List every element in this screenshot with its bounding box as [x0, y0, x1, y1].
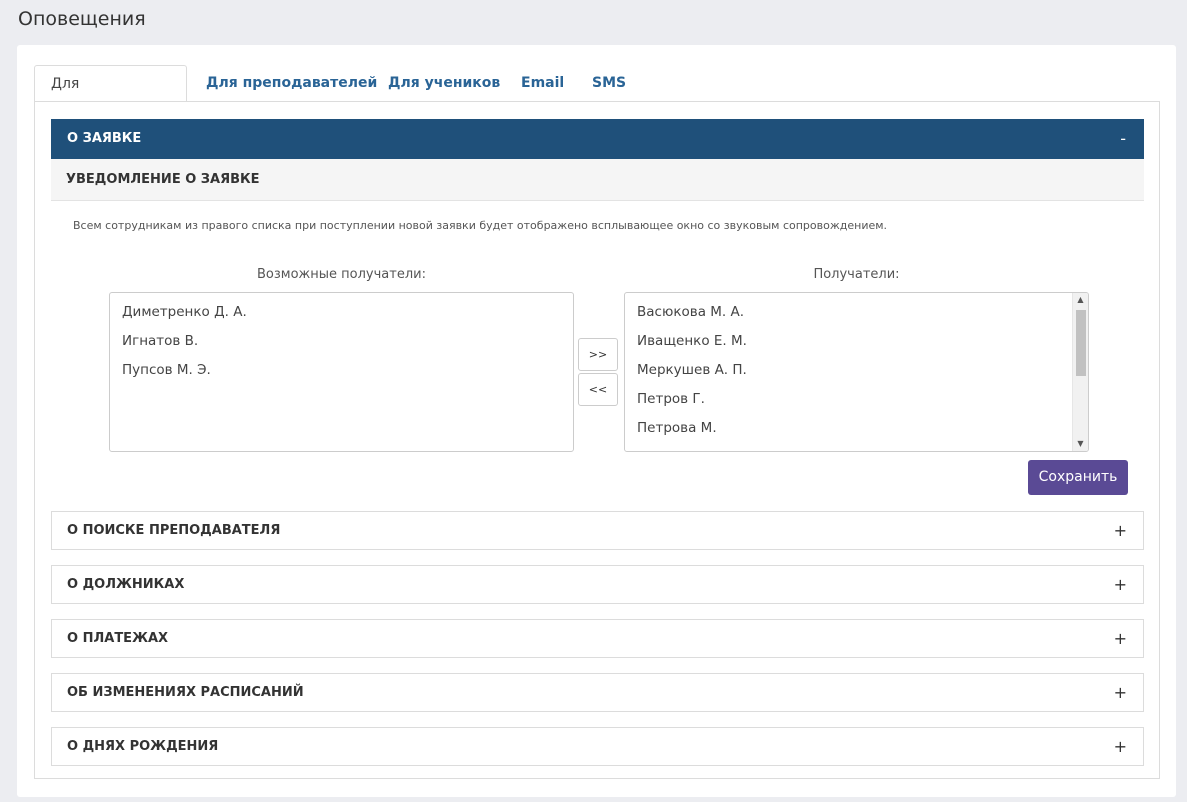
- tab-sms[interactable]: SMS: [592, 65, 626, 102]
- section-header-birthdays[interactable]: О ДНЯХ РОЖДЕНИЯ +: [51, 727, 1144, 766]
- section-title: О ДОЛЖНИКАХ: [67, 577, 185, 592]
- list-item[interactable]: Васюкова М. А.: [625, 293, 1088, 322]
- scroll-down-icon[interactable]: ▼: [1073, 437, 1088, 451]
- section-title: ОБ ИЗМЕНЕНИЯХ РАСПИСАНИЙ: [67, 685, 304, 700]
- scroll-thumb[interactable]: [1076, 310, 1086, 376]
- section-header-request[interactable]: О ЗАЯВКЕ -: [51, 119, 1144, 159]
- recipients-label: Получатели:: [813, 267, 900, 282]
- list-item[interactable]: Петров Г.: [625, 380, 1088, 409]
- list-item[interactable]: Иващенко Е. М.: [625, 322, 1088, 351]
- list-item[interactable]: Диметренко Д. А.: [110, 293, 573, 322]
- page-title: Оповещения: [18, 8, 146, 30]
- tab-bar: Для сотрудников Для преподавателей Для у…: [34, 65, 1161, 128]
- section-title: О ДНЯХ РОЖДЕНИЯ: [67, 739, 219, 754]
- section-title: О ЗАЯВКЕ: [67, 131, 142, 146]
- remove-recipient-button[interactable]: <<: [578, 373, 618, 406]
- available-list[interactable]: Диметренко Д. А. Игнатов В. Пупсов М. Э.: [109, 292, 574, 452]
- section-header-schedule-changes[interactable]: ОБ ИЗМЕНЕНИЯХ РАСПИСАНИЙ +: [51, 673, 1144, 712]
- section-header-teacher-search[interactable]: О ПОИСКЕ ПРЕПОДАВАТЕЛЯ +: [51, 511, 1144, 550]
- expand-icon[interactable]: +: [1114, 674, 1127, 711]
- list-item[interactable]: Меркушев А. П.: [625, 351, 1088, 380]
- section-description: Всем сотрудникам из правого списка при п…: [73, 219, 888, 232]
- available-label: Возможные получатели:: [257, 267, 426, 282]
- tab-employees[interactable]: Для сотрудников: [34, 65, 187, 128]
- tab-email[interactable]: Email: [521, 65, 564, 102]
- scroll-up-icon[interactable]: ▲: [1073, 293, 1088, 307]
- section-header-debtors[interactable]: О ДОЛЖНИКАХ +: [51, 565, 1144, 604]
- expand-icon[interactable]: +: [1114, 728, 1127, 765]
- subsection-title: УВЕДОМЛЕНИЕ О ЗАЯВКЕ: [51, 159, 1144, 201]
- recipients-list[interactable]: Васюкова М. А. Иващенко Е. М. Меркушев А…: [624, 292, 1089, 452]
- section-title: О ПЛАТЕЖАХ: [67, 631, 169, 646]
- list-item[interactable]: Пупсов М. Э.: [110, 351, 573, 380]
- list-item[interactable]: Петрова М.: [625, 409, 1088, 438]
- tab-students[interactable]: Для учеников: [388, 65, 500, 102]
- expand-icon[interactable]: +: [1114, 620, 1127, 657]
- save-button[interactable]: Сохранить: [1028, 460, 1128, 495]
- expand-icon[interactable]: +: [1114, 566, 1127, 603]
- notifications-card: Для сотрудников Для преподавателей Для у…: [17, 45, 1176, 797]
- tab-pane-employees: О ЗАЯВКЕ - УВЕДОМЛЕНИЕ О ЗАЯВКЕ Всем сот…: [34, 101, 1160, 779]
- expand-icon[interactable]: +: [1114, 512, 1127, 549]
- scrollbar[interactable]: ▲ ▼: [1072, 293, 1088, 451]
- collapse-icon[interactable]: -: [1120, 119, 1126, 159]
- add-recipient-button[interactable]: >>: [578, 338, 618, 371]
- list-item[interactable]: Игнатов В.: [110, 322, 573, 351]
- tab-teachers[interactable]: Для преподавателей: [206, 65, 377, 102]
- section-title: О ПОИСКЕ ПРЕПОДАВАТЕЛЯ: [67, 523, 281, 538]
- section-header-payments[interactable]: О ПЛАТЕЖАХ +: [51, 619, 1144, 658]
